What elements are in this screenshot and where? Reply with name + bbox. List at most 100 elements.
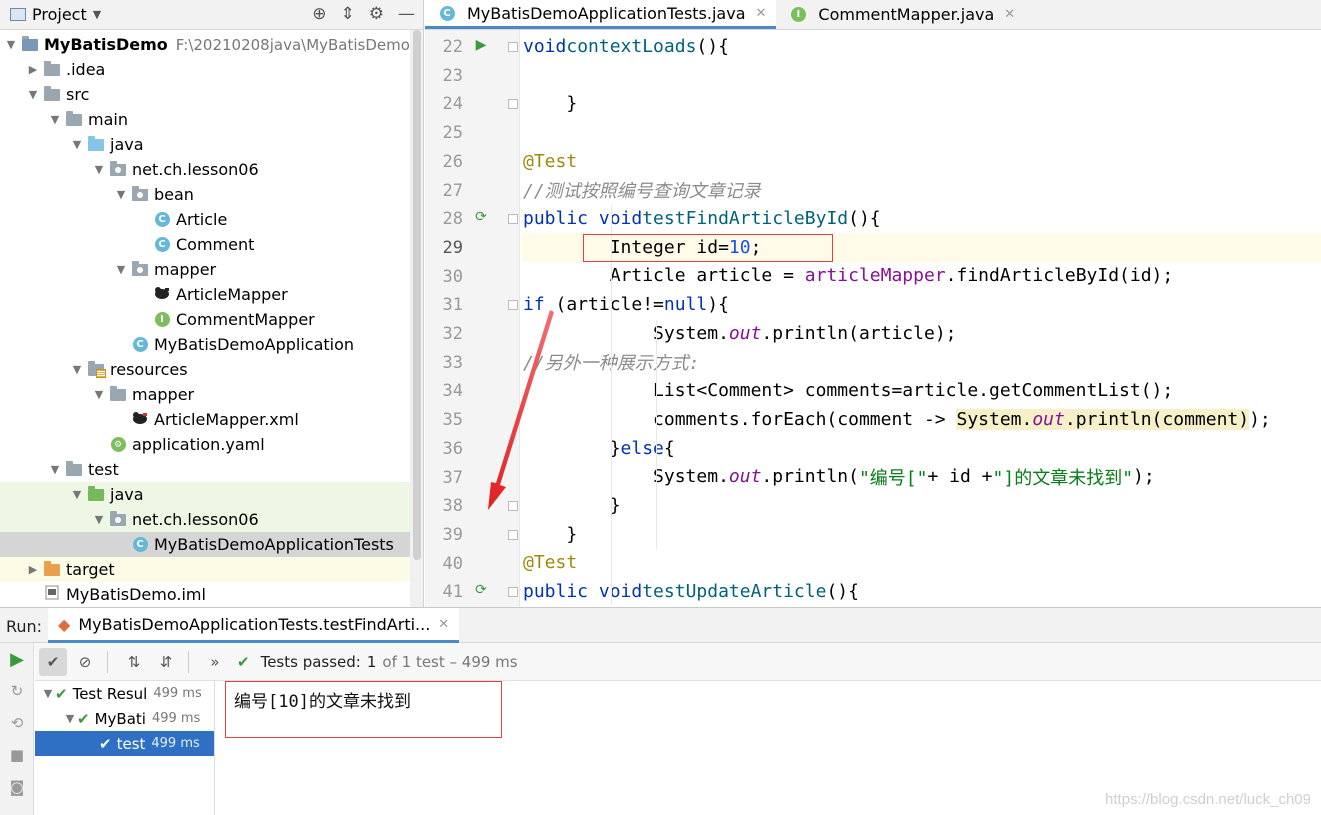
tree-item[interactable]: ▼ java [0, 482, 410, 507]
folder-shape [44, 85, 60, 101]
expand-arrow-icon[interactable]: ▼ [70, 488, 84, 501]
interface-icon: I [154, 312, 170, 327]
code-line: } [523, 495, 621, 517]
sort-by-duration-icon[interactable]: ⇵ [152, 648, 180, 676]
expand-arrow-icon[interactable]: ▼ [92, 388, 106, 401]
editor-tab[interactable]: I CommentMapper.java ✕ [776, 0, 1025, 29]
test-node-label: test [116, 734, 146, 753]
passed-check-icon: ✔ [237, 652, 250, 671]
line-number: 34 [442, 381, 463, 402]
expand-arrow-icon[interactable]: ▼ [70, 138, 84, 151]
run-test-icon[interactable]: ▶ [473, 37, 489, 53]
package-icon [132, 260, 148, 277]
more-icon[interactable]: » [201, 648, 229, 676]
project-scrollbar[interactable] [410, 30, 423, 607]
expand-arrow-icon[interactable]: ▼ [26, 88, 40, 101]
expand-arrow-icon[interactable]: ▼ [114, 263, 128, 276]
folder-shape [110, 385, 126, 401]
tree-item[interactable]: ▼ net.ch.lesson06 [0, 157, 410, 182]
project-title: Project [32, 5, 87, 24]
fold-marker-icon[interactable] [508, 529, 518, 540]
gear-icon[interactable]: ⚙ [369, 4, 384, 24]
collapse-all-icon[interactable]: ⇕ [341, 4, 355, 24]
tree-item[interactable]: ▼ src [0, 82, 410, 107]
line-number: 40 [442, 553, 463, 574]
tree-item-label: mapper [132, 385, 195, 404]
fold-marker-icon[interactable] [508, 587, 518, 598]
rerun-icon[interactable]: ▶ [0, 643, 34, 675]
expand-arrow-icon[interactable]: ▼ [70, 363, 84, 376]
tree-item[interactable]: ▼ main [0, 107, 410, 132]
collapse-arrow-icon[interactable]: ▶ [26, 563, 40, 576]
tree-item[interactable]: ▼ resources [0, 357, 410, 382]
tree-item[interactable]: ArticleMapper.xml [0, 407, 410, 432]
tree-item[interactable]: ArticleMapper [0, 282, 410, 307]
fold-marker-icon[interactable] [508, 99, 518, 110]
expand-arrow-icon[interactable]: ▼ [48, 463, 62, 476]
tree-item[interactable]: C MyBatisDemoApplicationTests [0, 532, 410, 557]
run-config-tab[interactable]: ◆ MyBatisDemoApplicationTests.testFindAr… [48, 608, 460, 643]
editor-tab-label: CommentMapper.java [818, 5, 995, 24]
tree-item[interactable]: ▼ net.ch.lesson06 [0, 507, 410, 532]
test-node[interactable]: ▼ ✔ Test Resul 499 ms [35, 681, 214, 706]
tree-item[interactable]: ⚙ application.yaml [0, 432, 410, 457]
code-line: //测试按照编号查询文章记录 [523, 180, 761, 202]
expand-arrow-icon[interactable]: ▼ [63, 712, 77, 725]
tree-item[interactable]: I CommentMapper [0, 307, 410, 332]
tree-item[interactable]: ▼ java [0, 132, 410, 157]
fold-marker-icon[interactable] [508, 42, 518, 52]
tree-item[interactable]: ▼ mapper [0, 257, 410, 282]
package-icon [110, 160, 126, 177]
stop-icon[interactable]: ■ [0, 739, 34, 771]
sort-alphabetically-icon[interactable]: ⇅ [120, 648, 148, 676]
locate-file-icon[interactable]: ⊕ [312, 4, 326, 24]
scrollbar-thumb[interactable] [413, 30, 421, 560]
run-label: Run: [6, 617, 43, 636]
expand-arrow-icon[interactable]: ▼ [48, 113, 62, 126]
show-ignored-icon[interactable]: ⊘ [71, 648, 99, 676]
tree-item[interactable]: ▶ .idea [0, 57, 410, 82]
collapse-arrow-icon[interactable]: ▶ [26, 63, 40, 76]
project-view-selector[interactable]: Project ▼ [10, 5, 101, 24]
expand-arrow-icon[interactable]: ▼ [92, 163, 106, 176]
expand-arrow-icon[interactable]: ▼ [92, 513, 106, 526]
rerun-test-icon[interactable]: ⟳ [473, 209, 489, 225]
fold-marker-icon[interactable] [508, 214, 518, 225]
tree-item-label: net.ch.lesson06 [132, 510, 259, 529]
tree-item-label: test [88, 460, 119, 479]
spring-config-icon: ⚙ [110, 437, 126, 452]
tree-item-label: Article [176, 210, 228, 229]
close-icon[interactable]: ✕ [1004, 7, 1015, 22]
expand-arrow-icon[interactable]: ▼ [41, 687, 55, 700]
tree-item[interactable]: ▶ target [0, 557, 410, 582]
line-number: 24 [442, 94, 463, 115]
camera-icon[interactable]: ◙ [0, 771, 34, 803]
tree-item[interactable]: ▼ test [0, 457, 410, 482]
folder-shape [110, 160, 126, 176]
rerun-test-icon[interactable]: ⟳ [473, 582, 489, 598]
code-area[interactable]: void contextLoads(){ } @Test //测试按照编号查询文… [521, 30, 1321, 607]
code-line: comments.forEach(comment -> System.out.p… [523, 408, 1271, 430]
editor-tab[interactable]: C MyBatisDemoApplicationTests.java ✕ [425, 0, 777, 29]
tree-item[interactable]: MyBatisDemo.iml [0, 582, 410, 607]
folder-icon [110, 385, 126, 402]
test-node[interactable]: ▼ ✔ MyBati 499 ms [35, 706, 214, 731]
close-icon[interactable]: ✕ [438, 617, 449, 632]
tree-item[interactable]: ▼ bean [0, 182, 410, 207]
tree-item[interactable]: C Article [0, 207, 410, 232]
rerun-failed-icon[interactable]: ↻ [0, 675, 34, 707]
tree-item[interactable]: C Comment [0, 232, 410, 257]
tree-item[interactable]: ▼ mapper [0, 382, 410, 407]
hide-icon[interactable]: — [398, 4, 415, 24]
console-output[interactable]: 编号[10]的文章未找到 https://blog.csdn.net/luck_… [216, 681, 1321, 815]
tree-item[interactable]: C MyBatisDemoApplication [0, 332, 410, 357]
toggle-auto-test-icon[interactable]: ⟲ [0, 707, 34, 739]
expand-arrow-icon[interactable]: ▼ [4, 38, 18, 51]
expand-arrow-icon[interactable]: ▼ [114, 188, 128, 201]
tree-item[interactable]: ▼ MyBatisDemo F:\20210208java\MyBatisDemo [0, 32, 410, 57]
show-passed-icon[interactable]: ✔ [39, 647, 67, 676]
test-node[interactable]: ✔ test 499 ms [35, 731, 214, 756]
close-icon[interactable]: ✕ [756, 6, 767, 21]
status-suffix: of 1 test – 499 ms [382, 652, 518, 671]
